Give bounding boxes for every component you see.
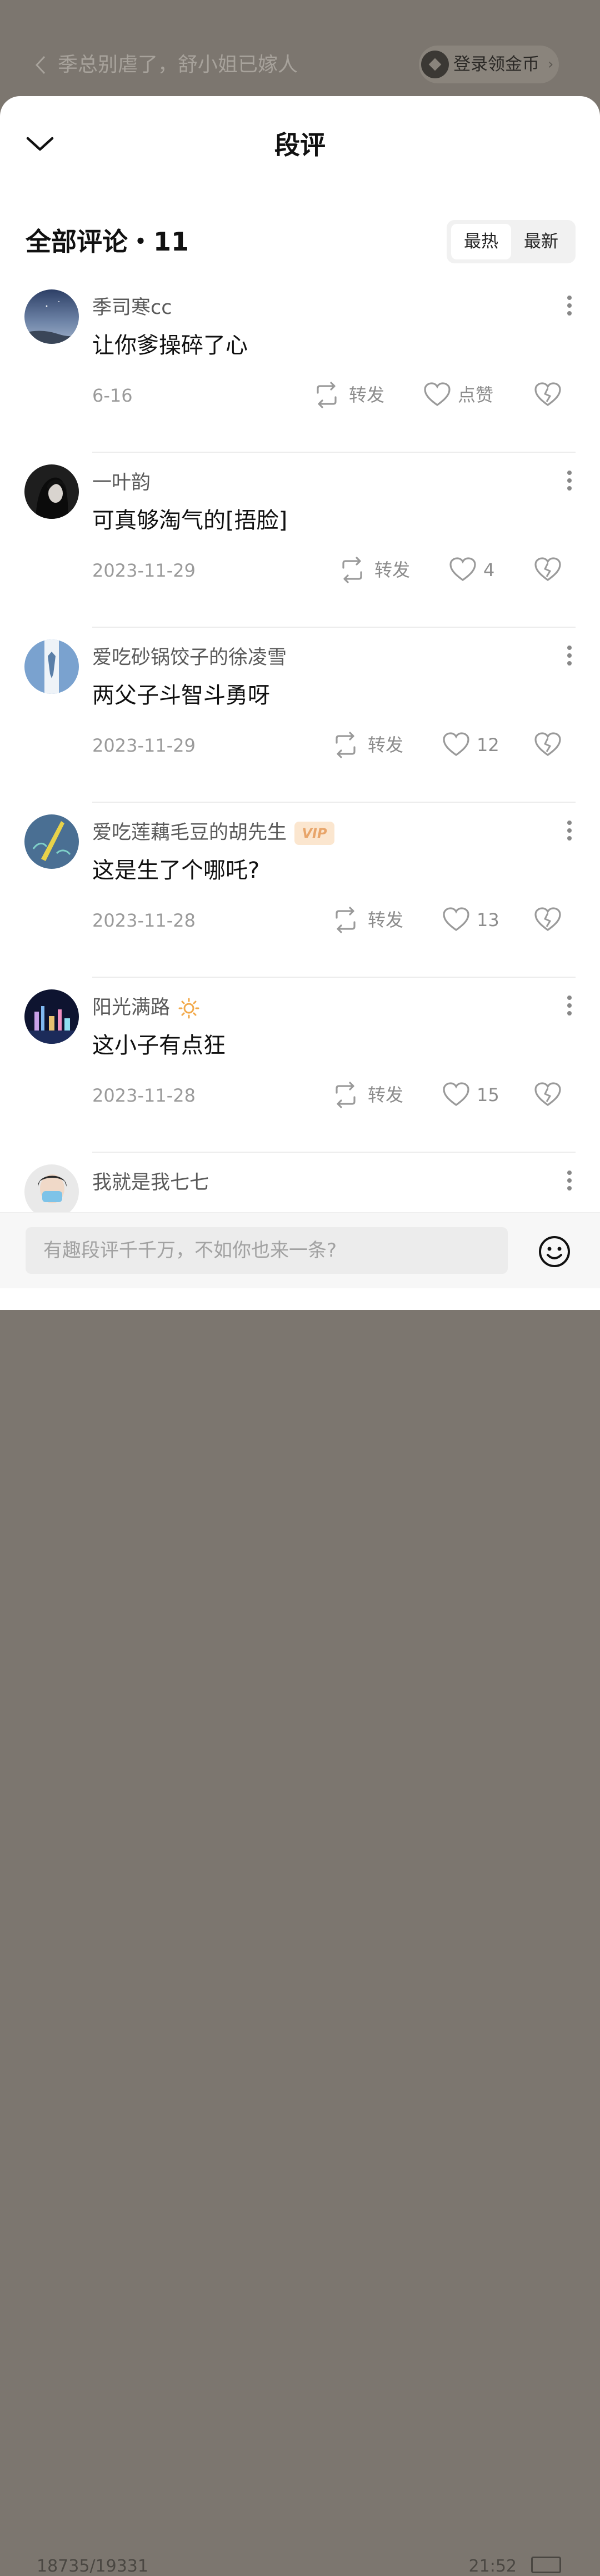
- comment-input[interactable]: 有趣段评千千万，不如你也来一条?: [26, 1227, 508, 1274]
- comment-date: 2023-11-29: [92, 735, 196, 756]
- comment-username[interactable]: 爱吃砂锅饺子的徐凌雪: [92, 644, 287, 672]
- home-indicator[interactable]: [189, 1294, 411, 1300]
- broken-heart-icon[interactable]: [533, 381, 562, 409]
- repost-icon: [336, 907, 356, 933]
- comment-item: 爱吃砂锅饺子的徐凌雪 两父子斗智斗勇呀 2023-11-29 转发 12: [0, 639, 600, 814]
- comment-date: 2023-11-28: [92, 910, 196, 931]
- repost-icon: [336, 732, 356, 758]
- chevron-right-icon: ›: [548, 56, 554, 73]
- comment-username[interactable]: 季司寒cc: [92, 294, 172, 322]
- broken-heart-icon[interactable]: [533, 1081, 562, 1109]
- more-options-icon[interactable]: [561, 643, 578, 676]
- share-label: 转发: [368, 734, 404, 756]
- reader-header: 季总别虐了，舒小姐已嫁人 登录领金币 ›: [0, 0, 600, 111]
- smiley-icon[interactable]: [537, 1234, 572, 1269]
- login-coins-button[interactable]: 登录领金币 ›: [419, 46, 559, 83]
- comment-item: 阳光满路 这小子有点狂 2023-11-28 转发 15: [0, 989, 600, 1164]
- comment-item: 季司寒cc 让你爹操碎了心 6-16 转发 点赞: [0, 289, 600, 464]
- battery-icon: [531, 2557, 561, 2573]
- comment-text: 这小子有点狂: [92, 1033, 226, 1058]
- comment-date: 6-16: [92, 385, 133, 406]
- comment-input-bar: 有趣段评千千万，不如你也来一条?: [0, 1212, 600, 1288]
- more-options-icon[interactable]: [561, 468, 578, 501]
- comment-username-text: 爱吃莲藕毛豆的胡先生: [92, 822, 287, 844]
- heart-icon: [424, 382, 451, 406]
- divider: [92, 452, 576, 453]
- more-options-icon[interactable]: [561, 293, 578, 326]
- share-label: 转发: [349, 384, 385, 406]
- reading-progress: 18735/19331: [37, 2557, 148, 2576]
- share-label: 转发: [374, 559, 411, 581]
- broken-heart-icon[interactable]: [533, 731, 562, 759]
- comment-username[interactable]: 阳光满路: [92, 994, 200, 1022]
- avatar[interactable]: [24, 464, 79, 519]
- divider: [92, 977, 576, 978]
- like-count: 4: [483, 559, 495, 581]
- repost-icon: [342, 557, 362, 583]
- comment-text: 可真够淘气的[捂脸]: [92, 508, 288, 533]
- more-options-icon[interactable]: [561, 1168, 578, 1201]
- login-coins-label: 登录领金币: [453, 54, 539, 74]
- comment-item: 爱吃莲藕毛豆的胡先生 VIP 这是生了个哪吒? 2023-11-28 转发 13: [0, 814, 600, 989]
- comment-item: 一叶韵 可真够淘气的[捂脸] 2023-11-29 转发 4: [0, 464, 600, 639]
- sheet-title: 段评: [274, 130, 326, 160]
- clock: 21:52: [468, 2557, 517, 2576]
- all-comments-heading: 全部评论・11: [26, 227, 189, 257]
- like-count: 12: [477, 734, 499, 756]
- sort-latest-button[interactable]: 最新: [511, 224, 571, 259]
- heart-icon: [449, 557, 476, 581]
- heart-icon: [443, 907, 469, 931]
- avatar[interactable]: [24, 639, 79, 694]
- comment-username-text: 阳光满路: [92, 997, 171, 1019]
- avatar[interactable]: [24, 814, 79, 869]
- heart-icon: [443, 1082, 469, 1106]
- sort-hot-button[interactable]: 最热: [451, 224, 511, 259]
- comment-date: 2023-11-29: [92, 560, 196, 581]
- back-chevron-icon[interactable]: [33, 51, 48, 79]
- comment-text: 两父子斗智斗勇呀: [92, 683, 270, 708]
- more-options-icon[interactable]: [561, 993, 578, 1026]
- coin-icon: [421, 51, 449, 78]
- avatar[interactable]: [24, 289, 79, 344]
- comment-username[interactable]: 我就是我七七: [92, 1169, 209, 1197]
- sun-icon: [178, 998, 199, 1019]
- like-count: 13: [477, 909, 499, 931]
- sort-toggle: 最热 最新: [447, 220, 576, 263]
- like-count: 15: [477, 1084, 499, 1106]
- more-options-icon[interactable]: [561, 818, 578, 851]
- comment-text: 让你爹操碎了心: [92, 333, 248, 358]
- comment-username[interactable]: 爱吃莲藕毛豆的胡先生 VIP: [92, 819, 335, 847]
- repost-icon: [317, 382, 337, 408]
- broken-heart-icon[interactable]: [533, 906, 562, 934]
- repost-icon: [336, 1082, 356, 1108]
- comment-date: 2023-11-28: [92, 1085, 196, 1106]
- vip-badge: VIP: [294, 822, 335, 845]
- comments-sheet: 段评 全部评论・11 最热 最新 季司寒cc 让你爹操碎了心 6-16 转发 点…: [0, 96, 600, 1310]
- divider: [92, 627, 576, 628]
- share-label: 转发: [368, 1084, 404, 1106]
- avatar[interactable]: [24, 989, 79, 1044]
- divider: [92, 802, 576, 803]
- comment-text: 这是生了个哪吒?: [92, 858, 260, 883]
- like-count: 点赞: [458, 384, 494, 406]
- broken-heart-icon[interactable]: [533, 556, 562, 584]
- heart-icon: [443, 732, 469, 756]
- avatar[interactable]: [24, 1164, 79, 1219]
- chapter-title: 季总别虐了，舒小姐已嫁人: [58, 53, 298, 76]
- comment-username[interactable]: 一叶韵: [92, 469, 151, 497]
- divider: [92, 1152, 576, 1153]
- share-label: 转发: [368, 909, 404, 931]
- comment-input-placeholder: 有趣段评千千万，不如你也来一条?: [43, 1239, 337, 1262]
